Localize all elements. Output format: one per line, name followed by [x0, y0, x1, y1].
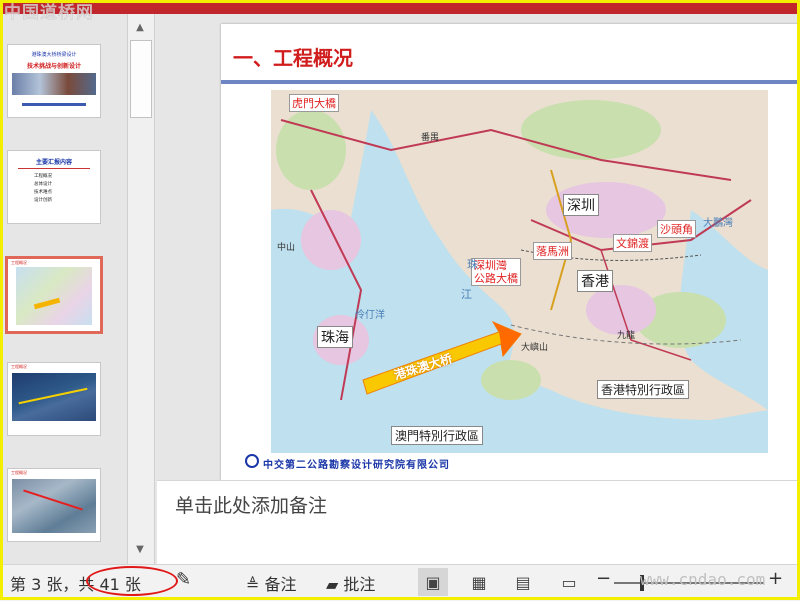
reading-view-button[interactable]: ▤ [508, 568, 538, 596]
slide-thumbnail-5[interactable]: 工程概况 [7, 468, 101, 542]
slide-thumbnail-1[interactable]: 港珠澳大桥桥梁设计 技术挑战与创新设计 [7, 44, 101, 118]
label-shenzhen-bay: 深圳灣 公路大橋 [471, 258, 521, 286]
label-macau-sar: 澳門特別行政區 [391, 426, 484, 445]
label-zhongshan: 中山 [277, 243, 296, 253]
slide-sorter-icon: ▦ [471, 572, 487, 592]
slide-thumbnail-3-selected[interactable]: 工程概况 [5, 256, 103, 334]
notes-placeholder[interactable]: 单击此处添加备注 [175, 491, 327, 518]
zoom-out-icon[interactable]: − [596, 568, 611, 589]
edit-note-icon[interactable]: ✎ [176, 569, 191, 590]
label-jiang: 江 [461, 288, 472, 301]
thumb-2-bullet: 技术难点 [34, 190, 52, 195]
label-zhuhai: 珠海 [317, 326, 353, 348]
label-panyu: 番禺 [421, 133, 440, 143]
pearl-river-delta-map[interactable]: 虎門大橋 深圳 文錦渡 沙頭角 落馬洲 深圳灣 公路大橋 香港 珠海 港珠澳大桥… [271, 90, 768, 453]
thumb-1-line2: 技术挑战与创新设计 [26, 63, 81, 70]
title-divider [221, 80, 800, 84]
site-watermark: 中国道桥网 [4, 3, 94, 24]
thumb-1-image [12, 73, 96, 95]
normal-view-button[interactable]: ▣ [418, 568, 448, 596]
reading-view-icon: ▤ [515, 572, 531, 592]
slide-title[interactable]: 一、工程概况 [233, 42, 353, 71]
label-kowloon: 九龍 [617, 331, 636, 341]
label-luomazhou: 落馬洲 [533, 242, 572, 260]
thumb-1-footer [22, 103, 86, 106]
comment-icon: ▰ [326, 575, 339, 594]
comments-button[interactable]: ▰ 批注 [326, 571, 375, 595]
company-logo [245, 454, 259, 468]
current-slide[interactable]: 一、工程概况 虎門大橋 深圳 文錦渡 沙頭角 落馬洲 深圳灣 公路大橋 香港 珠… [221, 24, 800, 480]
label-lantau: 大嶼山 [521, 343, 549, 353]
notes-button[interactable]: ≜ 备注 [246, 571, 297, 595]
label-hk-sar: 香港特別行政區 [597, 380, 690, 399]
thumb-5-heading: 工程概况 [11, 470, 27, 475]
thumb-5-image [12, 479, 96, 533]
thumbnail-scrollbar[interactable]: ▲ ▼ [127, 14, 157, 564]
thumb-3-heading: 工程概况 [11, 260, 27, 265]
scrollbar-thumb[interactable] [130, 40, 152, 118]
slide-thumbnail-2[interactable]: 主要汇报内容 工程概况 总体设计 技术难点 设计创新 [7, 150, 101, 224]
site-watermark-bottom: www.cndao.com [640, 570, 766, 589]
label-lingdingyang: 伶仃洋 [355, 310, 385, 321]
label-shenzhen-bay-line2: 公路大橋 [474, 272, 518, 285]
notes-pane[interactable]: 单击此处添加备注 [157, 480, 800, 565]
highlight-ellipse [86, 566, 178, 596]
slideshow-icon: ▭ [561, 572, 577, 592]
thumb-1-line1: 港珠澳大桥桥梁设计 [31, 52, 77, 58]
zoom-in-icon[interactable]: + [768, 568, 783, 589]
title-bar-strip [0, 0, 800, 14]
thumb-2-bullet: 工程概况 [34, 174, 52, 179]
thumb-2-bullet: 总体设计 [34, 182, 52, 187]
label-shatoujiao: 沙頭角 [657, 220, 696, 238]
comments-button-label: 批注 [343, 575, 376, 594]
thumb-4-image [12, 373, 96, 421]
scroll-up-icon[interactable]: ▲ [127, 18, 153, 36]
label-shenzhen-bay-line1: 深圳灣 [474, 259, 507, 272]
slide-thumbnail-pane: 港珠澳大桥桥梁设计 技术挑战与创新设计 主要汇报内容 工程概况 总体设计 技术难… [3, 14, 127, 564]
thumb-2-bullets: 工程概况 总体设计 技术难点 设计创新 [34, 173, 52, 205]
scroll-down-icon[interactable]: ▼ [127, 540, 153, 558]
label-zhu: 珠 [467, 258, 478, 271]
thumb-3-map [16, 267, 92, 325]
label-wenjindu: 文錦渡 [613, 234, 652, 252]
slideshow-button[interactable]: ▭ [554, 568, 584, 596]
thumb-4-heading: 工程概况 [11, 364, 27, 369]
slide-thumbnail-4[interactable]: 工程概况 [7, 362, 101, 436]
label-hong-kong: 香港 [577, 270, 613, 292]
label-shenzhen: 深圳 [563, 194, 599, 216]
company-name: 中交第二公路勘察设计研究院有限公司 [263, 460, 450, 471]
normal-view-icon: ▣ [425, 572, 441, 592]
label-dapeng-bay: 大鵬灣 [703, 218, 733, 229]
notes-button-label: 备注 [264, 575, 297, 594]
thumb-2-rule [18, 168, 90, 169]
slide-sorter-button[interactable]: ▦ [464, 568, 494, 596]
label-humen-bridge: 虎門大橋 [289, 94, 339, 112]
thumb-2-bullet: 设计创新 [34, 198, 52, 203]
thumb-2-heading: 主要汇报内容 [35, 159, 72, 166]
notes-icon: ≜ [246, 575, 260, 594]
slide-editing-area: 一、工程概况 虎門大橋 深圳 文錦渡 沙頭角 落馬洲 深圳灣 公路大橋 香港 珠… [157, 14, 800, 480]
